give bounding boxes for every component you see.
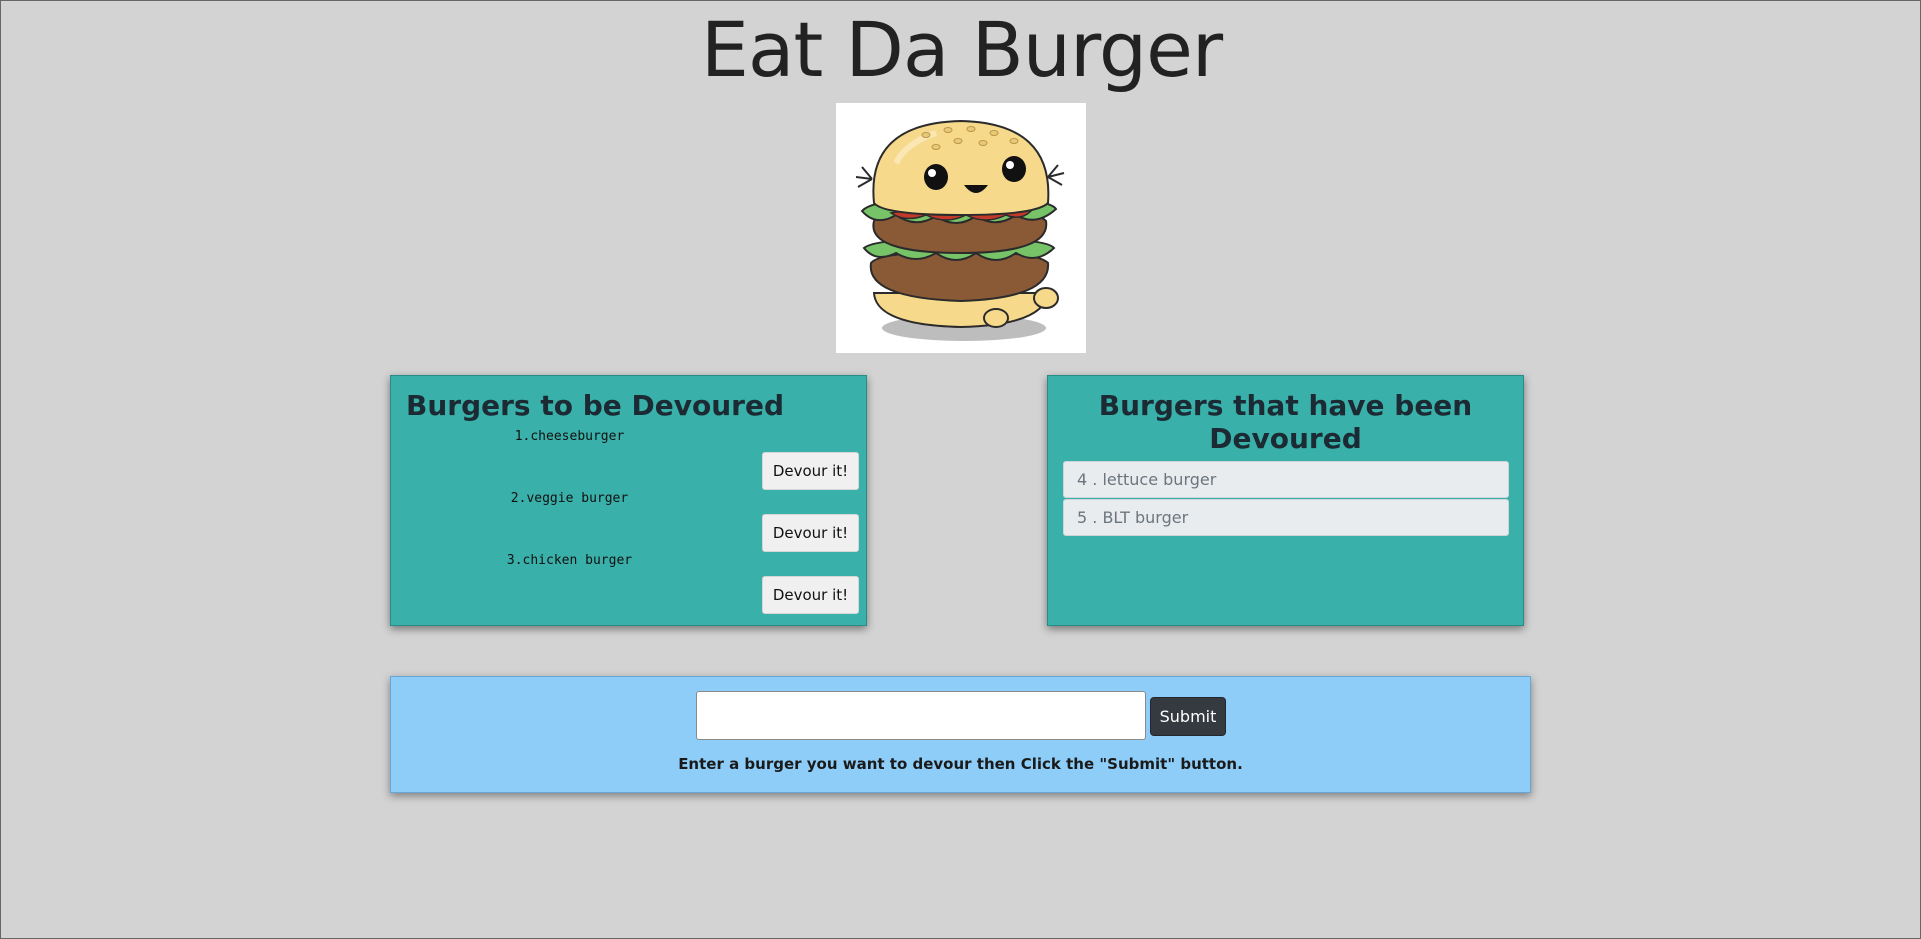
devoured-item: 5 . BLT burger xyxy=(1063,499,1509,536)
submit-button[interactable]: Submit xyxy=(1150,697,1226,736)
page-title: Eat Da Burger xyxy=(700,5,1223,94)
burger-name-input[interactable] xyxy=(696,691,1146,740)
devoured-item: 4 . lettuce burger xyxy=(1063,461,1509,498)
list-item: 3.chicken burger xyxy=(506,553,633,568)
devoured-heading: Burgers that have been Devoured xyxy=(1098,389,1473,455)
devour-button[interactable]: Devour it! xyxy=(762,452,859,490)
devoured-panel: Burgers that have been Devoured 4 . lett… xyxy=(1047,375,1524,626)
to-devour-panel: Burgers to be Devoured 1.cheeseburger De… xyxy=(390,375,867,626)
burger-mascot-image xyxy=(836,103,1086,353)
add-burger-form: Submit Enter a burger you want to devour… xyxy=(390,676,1531,793)
list-item: 1.cheeseburger xyxy=(514,429,625,444)
devour-button[interactable]: Devour it! xyxy=(762,576,859,614)
to-devour-heading: Burgers to be Devoured xyxy=(406,389,784,422)
form-hint: Enter a burger you want to devour then C… xyxy=(678,755,1243,773)
list-item: 2.veggie burger xyxy=(510,491,629,506)
devour-button[interactable]: Devour it! xyxy=(762,514,859,552)
burger-mascot-icon xyxy=(855,119,1065,341)
